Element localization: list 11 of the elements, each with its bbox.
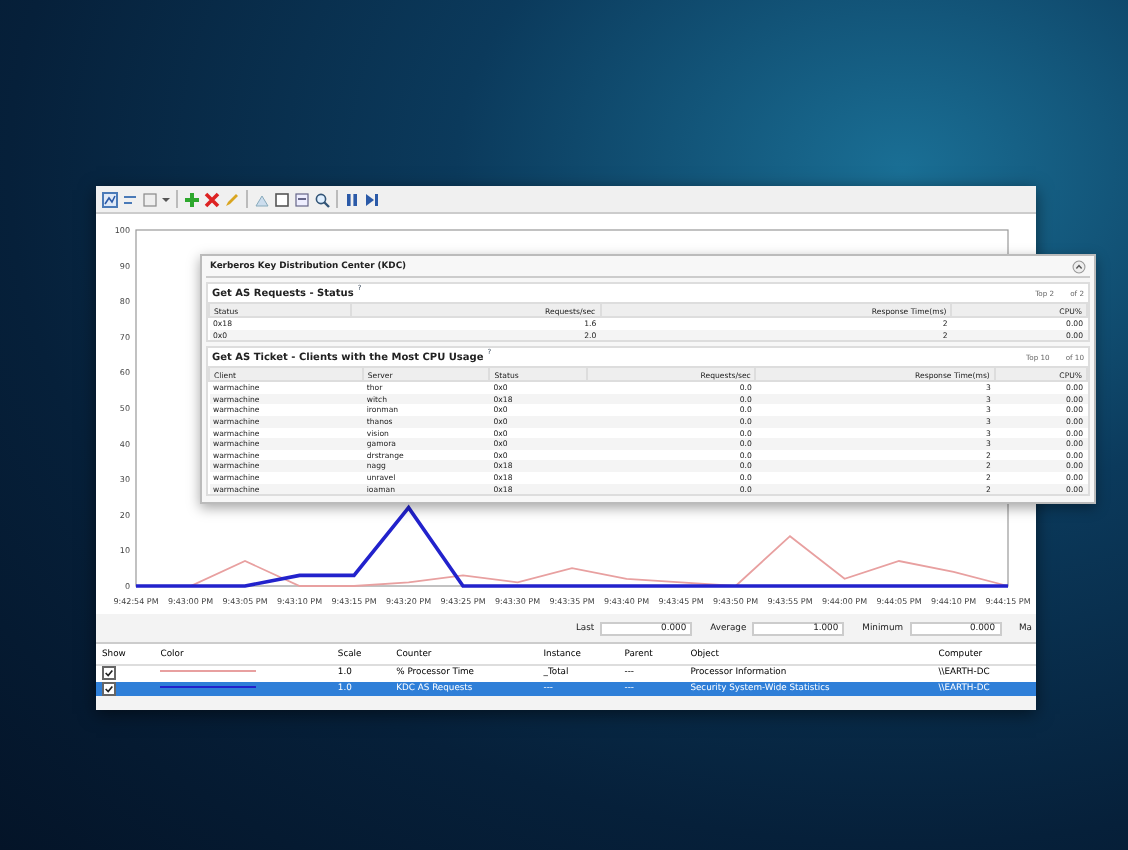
- show-checkbox[interactable]: [102, 681, 116, 696]
- view-graph-icon[interactable]: [102, 191, 118, 207]
- show-checkbox[interactable]: [102, 666, 116, 680]
- chart-type-icon[interactable]: [122, 191, 138, 207]
- caret-icon[interactable]: [162, 195, 170, 203]
- collapse-icon[interactable]: [1072, 260, 1086, 274]
- step-icon[interactable]: [364, 191, 380, 207]
- pause-icon[interactable]: [344, 191, 360, 207]
- delete-icon[interactable]: [204, 191, 220, 207]
- add-icon[interactable]: [184, 191, 200, 207]
- zoom-icon[interactable]: [314, 191, 330, 207]
